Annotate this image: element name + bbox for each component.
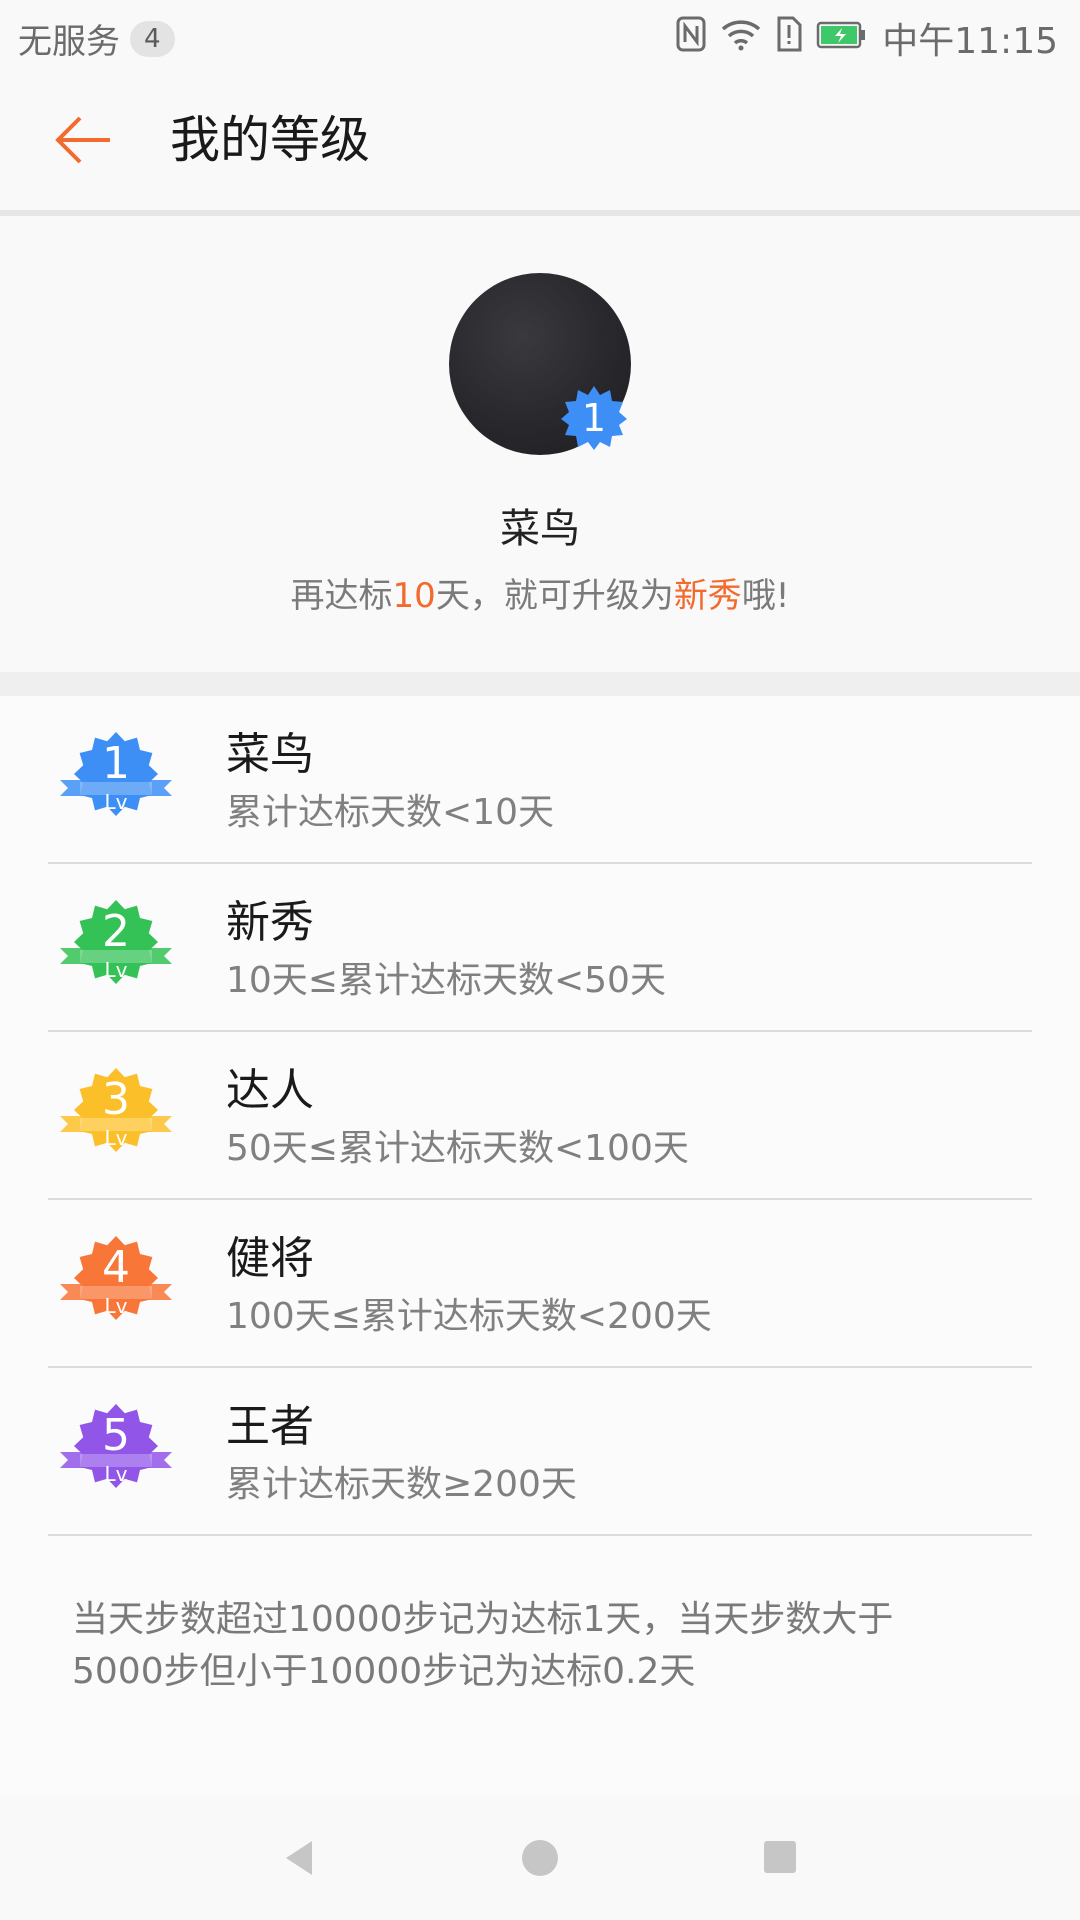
level-requirement: 50天≤累计达标天数<100天 <box>226 1128 689 1169</box>
level-badge-number: 3 <box>102 1074 130 1125</box>
nfc-icon <box>676 16 706 61</box>
app-header: 我的等级 <box>0 72 1080 216</box>
level-badge-4: 4 Lv <box>58 1232 174 1332</box>
wifi-icon <box>720 17 762 60</box>
hint-prefix: 再达标 <box>290 576 393 616</box>
level-badge-number: 5 <box>102 1410 130 1461</box>
section-divider <box>0 672 1080 696</box>
level-badge-lv: Lv <box>104 1126 128 1150</box>
level-badge-lv: Lv <box>104 958 128 982</box>
list-item: 3 Lv 达人 50天≤累计达标天数<100天 <box>0 1032 1080 1200</box>
profile-section: 1 菜鸟 再达标10天，就可升级为新秀哦! <box>0 216 1080 672</box>
status-right: 中午11:15 <box>676 12 1058 64</box>
level-badge-5: 5 Lv <box>58 1400 174 1500</box>
level-name: 王者 <box>226 1401 314 1452</box>
hint-next-level: 新秀 <box>673 576 742 616</box>
page-title: 我的等级 <box>170 111 370 169</box>
notification-count-badge: 4 <box>130 20 175 57</box>
level-name: 新秀 <box>226 897 314 948</box>
level-name: 健将 <box>226 1233 314 1284</box>
list-item: 2 Lv 新秀 10天≤累计达标天数<50天 <box>0 864 1080 1032</box>
level-badge-2: 2 Lv <box>58 896 174 996</box>
back-button[interactable] <box>52 108 116 172</box>
level-badge-lv: Lv <box>104 1294 128 1318</box>
level-requirement: 100天≤累计达标天数<200天 <box>226 1296 712 1337</box>
status-left: 无服务 4 <box>18 14 175 63</box>
hint-days: 10 <box>392 576 436 616</box>
level-list: 1 Lv 菜鸟 累计达标天数<10天 2 Lv 新秀 10天≤累计达标天数<50… <box>0 696 1080 1796</box>
current-level-name: 菜鸟 <box>500 506 580 552</box>
sim-alert-icon <box>776 16 802 61</box>
nav-home-button[interactable] <box>522 1840 558 1876</box>
carrier-label: 无服务 <box>18 22 120 62</box>
battery-charging-icon <box>816 18 868 59</box>
level-badge-number: 2 <box>102 906 130 957</box>
level-requirement: 累计达标天数≥200天 <box>226 1464 577 1505</box>
clock: 中午11:15 <box>882 21 1058 62</box>
level-requirement: 10天≤累计达标天数<50天 <box>226 960 666 1001</box>
status-bar: 无服务 4 中午11:15 <box>0 0 1080 72</box>
level-badge-lv: Lv <box>104 790 128 814</box>
avatar-level-badge: 1 <box>560 384 628 452</box>
level-badge-number: 4 <box>102 1242 130 1293</box>
level-name: 菜鸟 <box>226 729 314 780</box>
nav-back-button[interactable] <box>282 1838 316 1882</box>
arrow-left-icon <box>55 116 110 164</box>
level-badge-3: 3 Lv <box>58 1064 174 1164</box>
level-badge-lv: Lv <box>104 1462 128 1486</box>
list-item: 5 Lv 王者 累计达标天数≥200天 <box>0 1368 1080 1536</box>
system-nav-bar <box>0 1796 1080 1920</box>
level-badge-1: 1 Lv <box>58 728 174 828</box>
hint-middle: 天，就可升级为 <box>435 576 674 616</box>
level-name: 达人 <box>226 1065 314 1116</box>
list-item: 1 Lv 菜鸟 累计达标天数<10天 <box>0 696 1080 864</box>
upgrade-hint: 再达标10天，就可升级为新秀哦! <box>0 568 1080 617</box>
hint-suffix: 哦! <box>741 576 790 616</box>
level-badge-number: 1 <box>102 738 130 789</box>
triangle-back-icon <box>286 1841 312 1875</box>
avatar-level-number: 1 <box>581 396 607 440</box>
row-divider <box>48 1534 1032 1536</box>
criteria-note: 当天步数超过10000步记为达标1天，当天步数大于5000步但小于10000步记… <box>72 1599 894 1692</box>
list-item: 4 Lv 健将 100天≤累计达标天数<200天 <box>0 1200 1080 1368</box>
level-requirement: 累计达标天数<10天 <box>226 792 554 833</box>
nav-recent-apps-button[interactable] <box>764 1841 796 1873</box>
